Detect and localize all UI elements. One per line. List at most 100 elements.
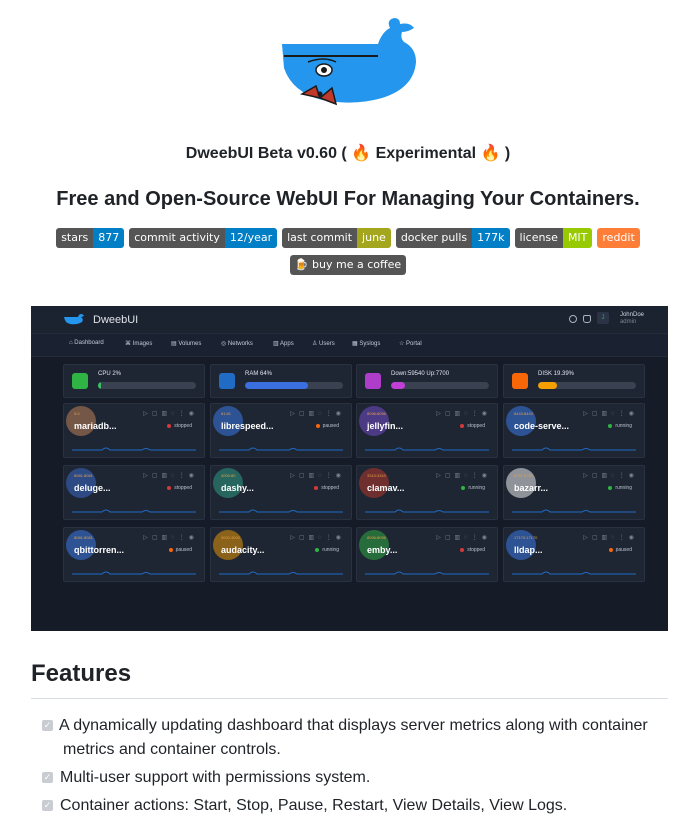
status-dot [315,423,320,428]
container-port: 8096:8096 [367,411,386,416]
container-controls[interactable]: ▷▢▥◌⋮◉ [583,410,638,417]
container-card[interactable]: 8081:8081 ▷▢▥◌⋮◉ deluge... stopped [63,465,205,520]
container-controls[interactable]: ▷▢▥◌⋮◉ [436,472,491,479]
container-controls[interactable]: ▷▢▥◌⋮◉ [290,472,345,479]
status-dot [167,423,172,428]
nav-networks[interactable]: ◎ Networks [221,340,253,347]
metric-icon [512,373,528,389]
container-card[interactable]: 17170:17170 ▷▢▥◌⋮◉ lldap... paused [503,527,645,582]
reddit-badge[interactable]: reddit [597,228,640,248]
avatar[interactable]: J [597,312,609,324]
container-card[interactable]: 8443:8443 ▷▢▥◌⋮◉ code-serve... running [503,403,645,458]
container-card[interactable]: 3000:3000 ▷▢▥◌⋮◉ audacity... running [210,527,352,582]
metric-label: CPU 2% [98,371,122,377]
container-controls[interactable]: ▷▢▥◌⋮◉ [290,410,345,417]
sun-icon[interactable] [569,315,577,323]
metric-bar [245,382,343,389]
container-status: running [315,547,339,553]
status-dot [461,485,466,490]
commit-activity-badge[interactable]: commit activity 12/year [129,228,278,248]
container-card[interactable]: 8081:8081 ▷▢▥◌⋮◉ qbittorren... paused [63,527,205,582]
container-status: stopped [460,547,485,553]
nav-volumes[interactable]: ▤ Volumes [171,340,201,347]
container-port: 8096:8096 [367,535,386,540]
container-port: 8081:8081 [74,535,93,540]
container-card[interactable]: 4000:80 ▷▢▥◌⋮◉ dashy... stopped [210,465,352,520]
container-usage-graph [72,509,196,513]
container-port: 6767:6767 [514,473,533,478]
metric-bar [538,382,636,389]
metric-bar-fill [391,382,405,389]
metric-card: CPU 2% [63,364,205,398]
metric-bar [391,382,489,389]
bell-icon[interactable] [583,315,591,323]
feature-item-multiuser: ✓ Multi-user support with permissions sys… [42,769,371,786]
container-usage-graph [72,571,196,575]
nav-syslogs[interactable]: ▦ Syslogs [352,340,380,347]
container-port: 81:81 [221,411,232,416]
nav-users[interactable]: ♙ Users [312,340,335,347]
container-usage-graph [219,509,343,513]
last-commit-badge[interactable]: last commit june [282,228,391,248]
status-dot [608,547,613,552]
nav-portal[interactable]: ☆ Portal [399,340,422,347]
whale-icon [64,314,84,325]
container-port: 3310:3310 [367,473,386,478]
checkbox-icon: ✓ [42,772,53,784]
container-port: 0:0 [74,411,80,416]
status-dot [608,423,613,428]
container-usage-graph [512,447,636,451]
container-card[interactable]: 8096:8096 ▷▢▥◌⋮◉ emby... stopped [356,527,498,582]
status-dot [608,485,613,490]
metric-icon [72,373,88,389]
container-controls[interactable]: ▷▢▥◌⋮◉ [583,472,638,479]
status-dot [168,547,173,552]
container-status: paused [315,423,339,429]
status-dot [314,485,319,490]
buy-me-a-coffee-badge[interactable]: 🍺 buy me a coffee [289,255,407,275]
container-port: 3000:3000 [221,535,240,540]
metric-label: Down:59540 Up:7700 [391,371,450,377]
container-card[interactable]: 0:0 ▷▢▥◌⋮◉ mariadb... stopped [63,403,205,458]
checkbox-icon: ✓ [42,800,53,812]
container-usage-graph [512,509,636,513]
nav-apps[interactable]: ▥ Apps [273,340,294,347]
container-controls[interactable]: ▷▢▥◌⋮◉ [583,534,638,541]
container-card[interactable]: 6767:6767 ▷▢▥◌⋮◉ bazarr... running [503,465,645,520]
container-status: stopped [460,423,485,429]
page-title: DweebUI Beta v0.60 ( 🔥 Experimental 🔥 ) [185,145,511,162]
container-usage-graph [219,571,343,575]
container-controls[interactable]: ▷▢▥◌⋮◉ [436,410,491,417]
status-dot [167,485,172,490]
license-badge[interactable]: license MIT [514,228,593,248]
metric-card: RAM 64% [210,364,352,398]
container-card[interactable]: 3310:3310 ▷▢▥◌⋮◉ clamav... running [356,465,498,520]
container-controls[interactable]: ▷▢▥◌⋮◉ [290,534,345,541]
metric-label: DISK 19.39% [538,371,575,377]
stars-badge[interactable]: stars 877 [56,228,125,248]
status-dot [460,423,465,428]
container-status: stopped [167,423,192,429]
container-card[interactable]: 81:81 ▷▢▥◌⋮◉ librespeed... paused [210,403,352,458]
container-name: deluge... [74,483,111,493]
docker-pulls-badge[interactable]: docker pulls 177k [395,228,510,248]
dweebui-whale-logo [282,18,416,106]
nav-dashboard[interactable]: ⌂ Dashboard [69,340,104,346]
metric-bar-fill [98,382,101,389]
container-card[interactable]: 8096:8096 ▷▢▥◌⋮◉ jellyfin... stopped [356,403,498,458]
metric-bar-fill [538,382,557,389]
container-name: mariadb... [74,421,117,431]
feature-item-dashboard-cont: metrics and container controls. [63,741,281,758]
container-controls[interactable]: ▷▢▥◌⋮◉ [143,410,198,417]
user-menu[interactable]: JohnDoe admin [620,312,644,326]
container-port: 8081:8081 [74,473,93,478]
container-controls[interactable]: ▷▢▥◌⋮◉ [143,472,198,479]
container-port: 17170:17170 [514,535,538,540]
page-subtitle: Free and Open-Source WebUI For Managing … [56,188,640,210]
container-controls[interactable]: ▷▢▥◌⋮◉ [436,534,491,541]
container-controls[interactable]: ▷▢▥◌⋮◉ [143,534,198,541]
nav-images[interactable]: ⌘ Images [125,340,152,347]
container-name: clamav... [367,483,405,493]
container-usage-graph [365,571,489,575]
heading-divider [31,698,668,699]
